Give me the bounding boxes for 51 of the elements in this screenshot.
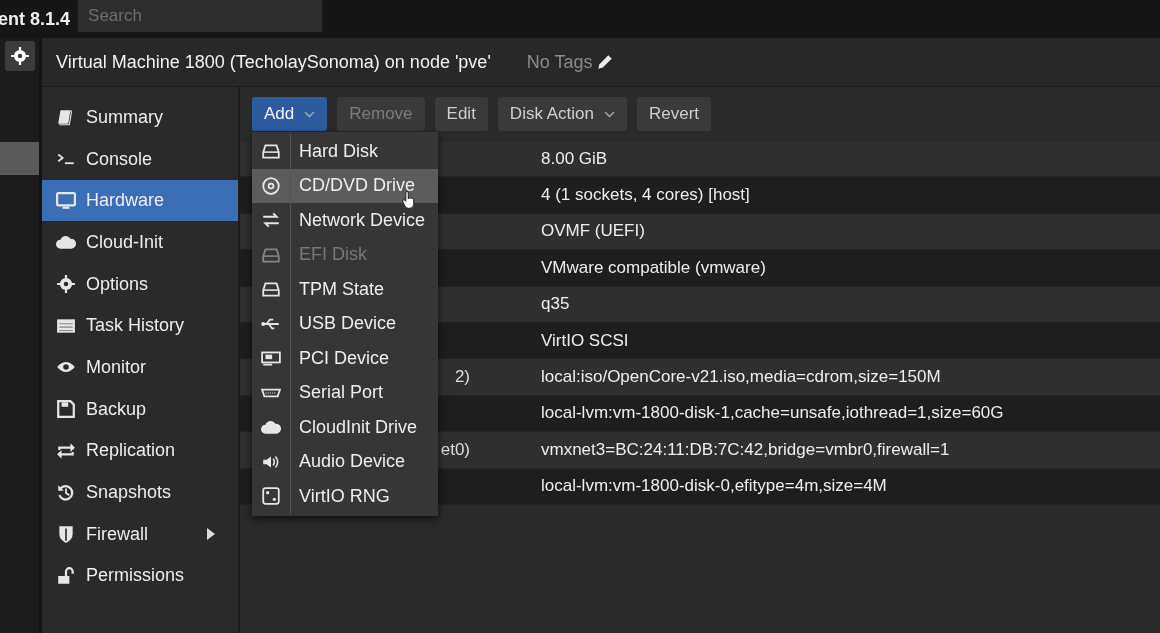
table-cell: local-lvm:vm-1800-disk-0,efitype=4m,size=4M — [540, 476, 887, 497]
toolbar-button[interactable]: Disk Action — [497, 97, 627, 131]
table-cell: 8.00 GiB — [540, 148, 608, 169]
sidebar-item[interactable]: Permissions — [42, 555, 238, 597]
menu-item[interactable]: Audio Device — [252, 444, 438, 479]
menu-item[interactable]: Network Device — [252, 203, 438, 238]
page-title: Virtual Machine 1800 (TecholaySonoma) on node 'pve' — [56, 51, 491, 73]
monitor-icon — [56, 190, 76, 211]
table-cell: local:iso/OpenCore-v21.iso,media=cdrom,size=150M — [540, 367, 941, 388]
table-cell: 2) — [454, 367, 470, 387]
sidebar-item[interactable]: Monitor — [42, 347, 238, 388]
search-field[interactable]: Search — [78, 0, 323, 32]
toolbar-button[interactable]: Edit — [434, 97, 488, 131]
table-cell: et0) — [440, 439, 470, 459]
hand-cursor-icon — [402, 190, 416, 210]
menu-item[interactable]: VirtIO RNG — [252, 479, 438, 514]
sidebar-item[interactable]: Console — [42, 138, 238, 180]
sidebar-item[interactable]: Task History — [42, 305, 238, 347]
toolbar-button[interactable]: Add — [252, 97, 328, 131]
expand-arrow-icon[interactable] — [206, 527, 216, 542]
table-cell: local-lvm:vm-1800-disk-1,cache=unsafe,iothread=1,size=60G — [540, 403, 1004, 424]
disc-icon — [261, 175, 281, 196]
sidebar-item[interactable]: Cloud-Init — [42, 222, 238, 263]
sidebar-item[interactable]: Summary — [42, 97, 238, 138]
sidebar-item[interactable]: Snapshots — [42, 472, 238, 513]
table-cell: VirtIO SCSI — [540, 330, 629, 351]
sidebar-item[interactable]: Backup — [42, 388, 238, 430]
table-cell: 4 (1 sockets, 4 cores) [host] — [540, 185, 750, 206]
sidebar-item[interactable]: Firewall — [42, 513, 238, 555]
menu-item[interactable]: Hard Disk — [252, 134, 438, 169]
tags-label: No Tags — [526, 51, 593, 73]
menu-item[interactable]: USB Device — [252, 306, 438, 341]
table-cell: q35 — [540, 294, 570, 315]
history-icon — [56, 482, 76, 503]
menu-item[interactable]: Serial Port — [252, 375, 438, 410]
arrows-icon — [56, 440, 76, 461]
unlock-icon — [56, 565, 76, 586]
table-cell: OVMF (UEFI) — [540, 221, 645, 242]
shield-icon — [56, 524, 76, 545]
sidebar-item[interactable]: Options — [42, 263, 238, 305]
sidebar-item[interactable]: Hardware — [42, 180, 238, 222]
floppy-icon — [56, 399, 76, 420]
table-cell: vmxnet3=BC:24:11:DB:7C:42,bridge=vmbr0,firewall=1 — [540, 439, 950, 460]
menu-item[interactable]: CloudInit Drive — [252, 410, 438, 445]
settings-button[interactable] — [4, 41, 35, 71]
toolbar-button[interactable]: Revert — [636, 97, 712, 131]
menu-item[interactable]: TPM State — [252, 272, 438, 307]
menu-item[interactable]: PCI Device — [252, 341, 438, 376]
sidebar-item[interactable]: Replication — [42, 430, 238, 472]
table-cell: VMware compatible (vmware) — [540, 257, 766, 278]
dice-icon — [261, 486, 281, 507]
